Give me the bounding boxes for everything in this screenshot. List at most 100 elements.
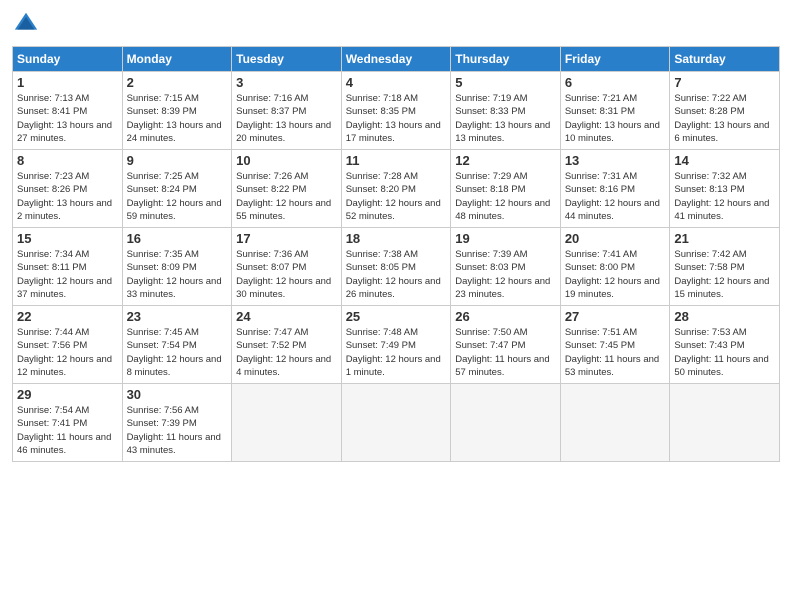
day-info: Sunrise: 7:36 AMSunset: 8:07 PMDaylight:…	[236, 248, 337, 301]
sunrise: Sunrise: 7:47 AM	[236, 327, 308, 338]
logo	[12, 10, 44, 38]
sunrise: Sunrise: 7:21 AM	[565, 93, 637, 104]
sunset: Sunset: 7:54 PM	[127, 340, 197, 351]
day-info: Sunrise: 7:34 AMSunset: 8:11 PMDaylight:…	[17, 248, 118, 301]
day-number: 20	[565, 231, 666, 246]
day-info: Sunrise: 7:50 AMSunset: 7:47 PMDaylight:…	[455, 326, 556, 379]
daylight: Daylight: 12 hours and 23 minutes.	[455, 276, 550, 300]
daylight: Daylight: 12 hours and 41 minutes.	[674, 198, 769, 222]
day-cell: 8Sunrise: 7:23 AMSunset: 8:26 PMDaylight…	[13, 150, 123, 228]
daylight: Daylight: 13 hours and 10 minutes.	[565, 120, 660, 144]
sunrise: Sunrise: 7:35 AM	[127, 249, 199, 260]
day-cell: 27 Sunrise: 7:51 AMSunset: 7:45 PMDayligh…	[560, 306, 670, 384]
day-cell: 26Sunrise: 7:50 AMSunset: 7:47 PMDayligh…	[451, 306, 561, 384]
day-cell	[670, 384, 780, 462]
sunrise: Sunrise: 7:18 AM	[346, 93, 418, 104]
daylight: Daylight: 12 hours and 12 minutes.	[17, 354, 112, 378]
daylight: Daylight: 12 hours and 48 minutes.	[455, 198, 550, 222]
day-number: 24	[236, 309, 337, 324]
sunrise: Sunrise: 7:31 AM	[565, 171, 637, 182]
day-cell: 17Sunrise: 7:36 AMSunset: 8:07 PMDayligh…	[232, 228, 342, 306]
week-row-1: 1Sunrise: 7:13 AMSunset: 8:41 PMDaylight…	[13, 72, 780, 150]
day-cell: 7Sunrise: 7:22 AMSunset: 8:28 PMDaylight…	[670, 72, 780, 150]
day-cell: 23Sunrise: 7:45 AMSunset: 7:54 PMDayligh…	[122, 306, 232, 384]
day-number: 29	[17, 387, 118, 402]
page-container: SundayMondayTuesdayWednesdayThursdayFrid…	[0, 0, 792, 472]
sunrise: Sunrise: 7:51 AM	[565, 327, 637, 338]
sunset: Sunset: 8:13 PM	[674, 184, 744, 195]
day-info: Sunrise: 7:51 AMSunset: 7:45 PMDaylight:…	[565, 326, 666, 379]
daylight: Daylight: 12 hours and 1 minute.	[346, 354, 441, 378]
day-info: Sunrise: 7:38 AMSunset: 8:05 PMDaylight:…	[346, 248, 447, 301]
daylight: Daylight: 11 hours and 43 minutes.	[127, 432, 221, 456]
daylight: Daylight: 12 hours and 37 minutes.	[17, 276, 112, 300]
day-cell	[232, 384, 342, 462]
day-info: Sunrise: 7:35 AMSunset: 8:09 PMDaylight:…	[127, 248, 228, 301]
daylight: Daylight: 12 hours and 4 minutes.	[236, 354, 331, 378]
day-cell: 24 Sunrise: 7:47 AM Sunset: 7:52 PM Dayligh…	[232, 306, 342, 384]
sunrise: Sunrise: 7:42 AM	[674, 249, 746, 260]
day-cell: 11Sunrise: 7:28 AMSunset: 8:20 PMDayligh…	[341, 150, 451, 228]
daylight: Daylight: 11 hours and 50 minutes.	[674, 354, 768, 378]
day-info: Sunrise: 7:29 AMSunset: 8:18 PMDaylight:…	[455, 170, 556, 223]
sunset: Sunset: 8:37 PM	[236, 106, 306, 117]
sunset: Sunset: 7:43 PM	[674, 340, 744, 351]
day-info: Sunrise: 7:44 AMSunset: 7:56 PMDaylight:…	[17, 326, 118, 379]
col-header-saturday: Saturday	[670, 47, 780, 72]
day-cell: 5Sunrise: 7:19 AMSunset: 8:33 PMDaylight…	[451, 72, 561, 150]
day-cell: 1Sunrise: 7:13 AMSunset: 8:41 PMDaylight…	[13, 72, 123, 150]
day-cell: 15Sunrise: 7:34 AMSunset: 8:11 PMDayligh…	[13, 228, 123, 306]
day-number: 22	[17, 309, 118, 324]
day-cell: 13 Sunrise: 7:31 AM Sunset: 8:16 PM Dayligh…	[560, 150, 670, 228]
col-header-thursday: Thursday	[451, 47, 561, 72]
day-info: Sunrise: 7:25 AMSunset: 8:24 PMDaylight:…	[127, 170, 228, 223]
day-number: 7	[674, 75, 775, 90]
day-info: Sunrise: 7:47 AM Sunset: 7:52 PM Daylight:…	[236, 326, 337, 379]
day-info: Sunrise: 7:42 AMSunset: 7:58 PMDaylight:…	[674, 248, 775, 301]
sunrise: Sunrise: 7:54 AM	[17, 405, 89, 416]
sunrise: Sunrise: 7:23 AM	[17, 171, 89, 182]
day-number: 21	[674, 231, 775, 246]
day-number: 4	[346, 75, 447, 90]
col-header-tuesday: Tuesday	[232, 47, 342, 72]
daylight: Daylight: 12 hours and 59 minutes.	[127, 198, 222, 222]
daylight: Daylight: 12 hours and 19 minutes.	[565, 276, 660, 300]
day-cell: 2Sunrise: 7:15 AMSunset: 8:39 PMDaylight…	[122, 72, 232, 150]
sunrise: Sunrise: 7:28 AM	[346, 171, 418, 182]
day-number: 28	[674, 309, 775, 324]
daylight: Daylight: 11 hours and 53 minutes.	[565, 354, 659, 378]
day-info: Sunrise: 7:13 AMSunset: 8:41 PMDaylight:…	[17, 92, 118, 145]
col-header-monday: Monday	[122, 47, 232, 72]
daylight: Daylight: 11 hours and 46 minutes.	[17, 432, 111, 456]
day-info: Sunrise: 7:53 AM Sunset: 7:43 PM Daylight:…	[674, 326, 775, 379]
daylight: Daylight: 13 hours and 24 minutes.	[127, 120, 222, 144]
day-number: 30	[127, 387, 228, 402]
sunrise: Sunrise: 7:39 AM	[455, 249, 527, 260]
sunrise: Sunrise: 7:19 AM	[455, 93, 527, 104]
day-cell: 16Sunrise: 7:35 AMSunset: 8:09 PMDayligh…	[122, 228, 232, 306]
sunrise: Sunrise: 7:53 AM	[674, 327, 746, 338]
day-info: Sunrise: 7:48 AMSunset: 7:49 PMDaylight:…	[346, 326, 447, 379]
sunset: Sunset: 7:52 PM	[236, 340, 306, 351]
day-number: 23	[127, 309, 228, 324]
day-cell: 19Sunrise: 7:39 AMSunset: 8:03 PMDayligh…	[451, 228, 561, 306]
sunset: Sunset: 8:20 PM	[346, 184, 416, 195]
sunrise: Sunrise: 7:36 AM	[236, 249, 308, 260]
week-row-4: 22 Sunrise: 7:44 AMSunset: 7:56 PMDayligh…	[13, 306, 780, 384]
day-number: 27	[565, 309, 666, 324]
day-number: 2	[127, 75, 228, 90]
day-cell: 29Sunrise: 7:54 AMSunset: 7:41 PMDayligh…	[13, 384, 123, 462]
daylight: Daylight: 12 hours and 44 minutes.	[565, 198, 660, 222]
sunset: Sunset: 8:16 PM	[565, 184, 635, 195]
sunrise: Sunrise: 7:50 AM	[455, 327, 527, 338]
sunrise: Sunrise: 7:16 AM	[236, 93, 308, 104]
sunset: Sunset: 8:00 PM	[565, 262, 635, 273]
day-cell: 18Sunrise: 7:38 AMSunset: 8:05 PMDayligh…	[341, 228, 451, 306]
day-info: Sunrise: 7:23 AMSunset: 8:26 PMDaylight:…	[17, 170, 118, 223]
day-number: 13	[565, 153, 666, 168]
sunrise: Sunrise: 7:56 AM	[127, 405, 199, 416]
sunrise: Sunrise: 7:48 AM	[346, 327, 418, 338]
header	[12, 10, 780, 38]
daylight: Daylight: 12 hours and 52 minutes.	[346, 198, 441, 222]
day-cell: 4Sunrise: 7:18 AMSunset: 8:35 PMDaylight…	[341, 72, 451, 150]
